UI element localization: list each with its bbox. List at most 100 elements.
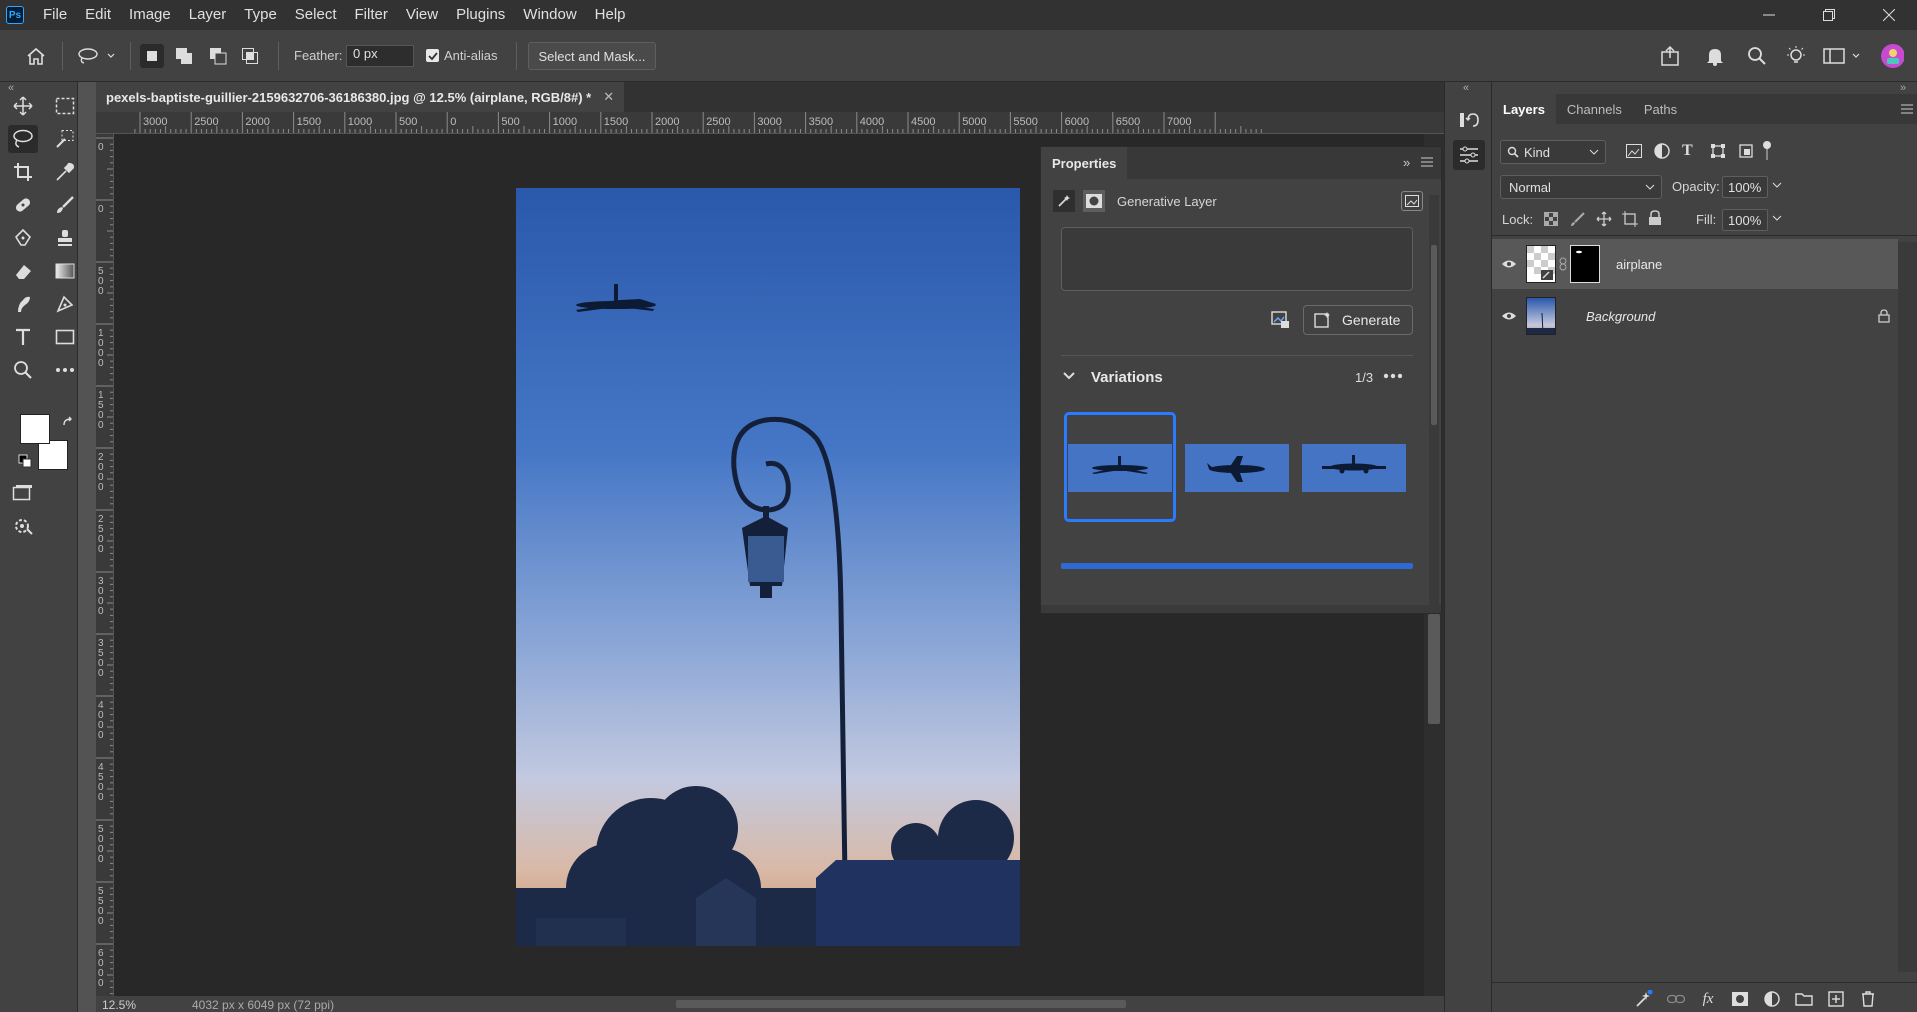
- menu-image[interactable]: Image: [120, 0, 180, 30]
- move-tool-icon[interactable]: [8, 92, 38, 120]
- mask-link-icon[interactable]: [1556, 257, 1570, 271]
- opacity-dropdown-icon[interactable]: [1772, 182, 1782, 188]
- tab-paths[interactable]: Paths: [1633, 94, 1688, 124]
- pen-path-tool-icon[interactable]: [50, 290, 80, 318]
- filter-type-icon[interactable]: T: [1682, 142, 1693, 160]
- layer-name-airplane[interactable]: airplane: [1616, 257, 1662, 272]
- menu-file[interactable]: File: [34, 0, 76, 30]
- properties-resize-handle[interactable]: [1041, 605, 1441, 613]
- share-icon[interactable]: [1658, 44, 1682, 68]
- visibility-eye-icon[interactable]: [1492, 311, 1526, 321]
- visibility-eye-icon[interactable]: [1492, 259, 1526, 269]
- generate-button[interactable]: Generate: [1303, 305, 1413, 335]
- lock-artboard-icon[interactable]: [1622, 211, 1638, 227]
- clone-stamp-tool-icon[interactable]: [50, 224, 80, 252]
- crop-tool-icon[interactable]: [8, 158, 38, 186]
- menu-window[interactable]: Window: [514, 0, 585, 30]
- filter-pixel-icon[interactable]: [1626, 144, 1642, 158]
- menu-view[interactable]: View: [397, 0, 447, 30]
- close-window-button[interactable]: [1866, 0, 1912, 30]
- blend-mode-select[interactable]: Normal: [1500, 175, 1662, 199]
- canvas-vscroll-thumb[interactable]: [1428, 614, 1440, 724]
- variation-thumbnail-2[interactable]: [1185, 444, 1289, 492]
- new-adjustment-layer-icon[interactable]: [1762, 991, 1782, 1007]
- collapse-panel-icon[interactable]: »: [1403, 155, 1410, 170]
- menu-layer[interactable]: Layer: [180, 0, 236, 30]
- edit-toolbar-icon[interactable]: [8, 512, 38, 540]
- document-dimensions[interactable]: 4032 px x 6049 px (72 ppi): [192, 998, 334, 1012]
- layer-filter-kind[interactable]: Kind: [1500, 140, 1606, 164]
- pen-tool-icon[interactable]: [8, 224, 38, 252]
- reference-image-icon[interactable]: [1271, 311, 1291, 329]
- layer-mask-thumbnail[interactable]: [1570, 245, 1600, 283]
- menu-help[interactable]: Help: [586, 0, 635, 30]
- opacity-input[interactable]: 100%: [1722, 176, 1768, 198]
- eyedropper-tool-icon[interactable]: [50, 158, 80, 186]
- minimize-button[interactable]: [1746, 0, 1792, 30]
- type-tool-icon[interactable]: [8, 323, 38, 351]
- variation-thumbnail-1[interactable]: [1068, 444, 1172, 492]
- menu-filter[interactable]: Filter: [346, 0, 397, 30]
- menu-type[interactable]: Type: [235, 0, 286, 30]
- menu-edit[interactable]: Edit: [76, 0, 120, 30]
- fill-input[interactable]: 100%: [1722, 209, 1768, 231]
- menu-plugins[interactable]: Plugins: [447, 0, 514, 30]
- layer-row-airplane[interactable]: airplane: [1492, 239, 1898, 289]
- add-mask-icon[interactable]: [1730, 991, 1750, 1007]
- lock-transparent-icon[interactable]: [1544, 212, 1558, 226]
- new-selection-icon[interactable]: [140, 44, 164, 68]
- feather-input[interactable]: 0 px: [346, 45, 414, 67]
- lock-all-icon[interactable]: [1648, 210, 1662, 226]
- lasso-preset-icon[interactable]: [74, 44, 118, 68]
- gradient-tool-icon[interactable]: [50, 257, 80, 285]
- panel-menu-icon[interactable]: [1421, 157, 1433, 167]
- layer-lock-icon[interactable]: [1878, 309, 1890, 323]
- smudge-tool-icon[interactable]: [8, 290, 38, 318]
- lasso-tool-icon[interactable]: [8, 125, 38, 153]
- notifications-bell-icon[interactable]: [1703, 44, 1727, 68]
- canvas-hscroll-thumb[interactable]: [676, 1000, 1126, 1008]
- properties-title[interactable]: Properties: [1041, 147, 1128, 179]
- object-selection-tool-icon[interactable]: [50, 125, 80, 153]
- tab-layers[interactable]: Layers: [1492, 94, 1556, 124]
- zoom-tool-icon[interactable]: [8, 356, 38, 384]
- discover-lightbulb-icon[interactable]: [1784, 44, 1808, 68]
- properties-panel-icon[interactable]: [1453, 140, 1485, 170]
- link-layers-icon[interactable]: [1666, 991, 1686, 1007]
- variation-thumbnail-3[interactable]: [1302, 444, 1406, 492]
- fill-dropdown-icon[interactable]: [1772, 215, 1782, 221]
- layer-row-background[interactable]: Background: [1492, 291, 1898, 341]
- add-to-selection-icon[interactable]: [172, 44, 196, 68]
- prompt-input[interactable]: [1061, 227, 1413, 291]
- filter-smart-object-icon[interactable]: [1738, 143, 1754, 159]
- intersect-selection-icon[interactable]: [238, 44, 262, 68]
- collapse-layers-icon[interactable]: »: [1900, 82, 1906, 94]
- new-group-icon[interactable]: [1794, 991, 1814, 1007]
- tab-channels[interactable]: Channels: [1556, 94, 1633, 124]
- spot-healing-tool-icon[interactable]: [8, 191, 38, 219]
- generative-fill-layer-icon[interactable]: [1634, 990, 1654, 1007]
- collapse-variations-icon[interactable]: [1063, 371, 1075, 381]
- history-panel-icon[interactable]: [1457, 108, 1481, 132]
- collapse-strip-icon[interactable]: «: [1463, 82, 1469, 94]
- variations-more-icon[interactable]: [1383, 373, 1403, 379]
- menu-select[interactable]: Select: [286, 0, 346, 30]
- filter-adjustment-icon[interactable]: [1654, 143, 1670, 159]
- open-generated-image-icon[interactable]: [1401, 191, 1423, 211]
- search-icon[interactable]: [1745, 44, 1769, 68]
- more-tools-icon[interactable]: [50, 356, 80, 384]
- swap-colors-icon[interactable]: [62, 416, 76, 430]
- user-avatar[interactable]: [1880, 44, 1904, 68]
- photo-canvas[interactable]: [516, 188, 1020, 946]
- properties-scrollbar[interactable]: [1429, 195, 1439, 607]
- eraser-tool-icon[interactable]: [8, 257, 38, 285]
- filter-toggle-icon[interactable]: [1762, 140, 1772, 162]
- delete-layer-icon[interactable]: [1858, 991, 1878, 1007]
- layers-menu-icon[interactable]: [1901, 104, 1913, 114]
- default-colors-icon[interactable]: [18, 454, 32, 468]
- new-layer-icon[interactable]: [1826, 991, 1846, 1007]
- subtract-from-selection-icon[interactable]: [206, 44, 230, 68]
- change-screen-mode-icon[interactable]: [8, 479, 38, 507]
- rectangle-tool-icon[interactable]: [50, 323, 80, 351]
- marquee-tool-icon[interactable]: [50, 92, 80, 120]
